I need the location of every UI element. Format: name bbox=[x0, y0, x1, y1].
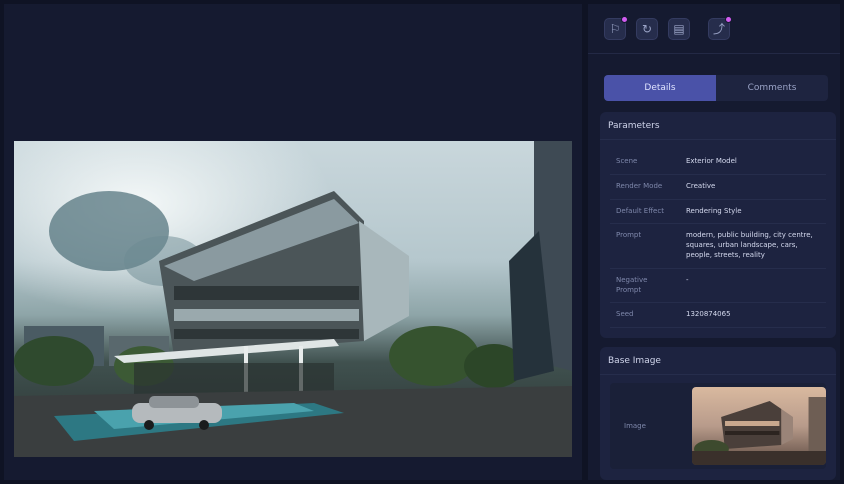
param-key: Prompt bbox=[616, 231, 642, 240]
base-image-panel: Base Image Image bbox=[600, 347, 836, 480]
param-row-default-effect: Default Effect Rendering Style bbox=[610, 200, 826, 225]
save-icon-glyph: ▤ bbox=[673, 21, 685, 36]
base-image-title: Base Image bbox=[600, 347, 836, 375]
image-viewer bbox=[4, 4, 582, 480]
refresh-icon[interactable]: ↻ bbox=[636, 17, 658, 40]
parameters-table: Scene Exterior Model Render Mode Creativ… bbox=[610, 150, 826, 329]
upscale-icon-glyph: ⤴ bbox=[712, 21, 725, 36]
details-sidebar: ⚐ ↻ ▤ ⤴ Details Comments Parameters Scen… bbox=[588, 4, 840, 480]
base-image-row: Image bbox=[610, 383, 826, 469]
param-row-negative-prompt: Negative Prompt - bbox=[610, 269, 826, 304]
base-image-thumbnail[interactable] bbox=[691, 387, 826, 465]
param-value: - bbox=[686, 275, 689, 284]
base-image-label: Image bbox=[624, 422, 646, 430]
flag-icon[interactable]: ⚐ bbox=[604, 15, 628, 40]
param-key: Default Effect bbox=[616, 206, 664, 215]
rendered-image[interactable] bbox=[14, 141, 572, 457]
tab-details[interactable]: Details bbox=[604, 75, 716, 101]
param-value: Rendering Style bbox=[686, 206, 742, 215]
param-row-scene: Scene Exterior Model bbox=[610, 150, 826, 175]
param-row-seed: Seed 1320874065 bbox=[610, 303, 826, 329]
param-key: Scene bbox=[616, 157, 638, 165]
param-value: Creative bbox=[686, 181, 716, 190]
param-row-render-mode: Render Mode Creative bbox=[610, 175, 826, 200]
save-icon[interactable]: ▤ bbox=[668, 17, 690, 40]
flag-icon-glyph: ⚐ bbox=[609, 21, 621, 36]
thumbnail-graphic bbox=[691, 397, 826, 465]
upscale-icon[interactable]: ⤴ bbox=[708, 15, 732, 40]
parameters-panel: Parameters Scene Exterior Model Render M… bbox=[600, 112, 836, 338]
param-row-prompt: Prompt modern, public building, city cen… bbox=[610, 224, 826, 269]
param-key: Negative Prompt bbox=[616, 275, 648, 294]
image-toolbar: ⚐ ↻ ▤ ⤴ bbox=[588, 4, 840, 54]
param-value: Exterior Model bbox=[686, 157, 737, 165]
param-value: 1320874065 bbox=[686, 310, 731, 319]
refresh-icon-glyph: ↻ bbox=[641, 21, 653, 36]
building-render-graphic bbox=[14, 141, 572, 457]
notification-badge bbox=[621, 15, 628, 23]
param-value: modern, public building, city centre, sq… bbox=[686, 231, 813, 259]
tab-comments[interactable]: Comments bbox=[716, 75, 828, 101]
param-key: Render Mode bbox=[616, 181, 663, 190]
parameters-title: Parameters bbox=[600, 112, 836, 140]
detail-tabs: Details Comments bbox=[604, 75, 828, 101]
notification-badge bbox=[725, 15, 732, 23]
param-key: Seed bbox=[616, 310, 634, 319]
